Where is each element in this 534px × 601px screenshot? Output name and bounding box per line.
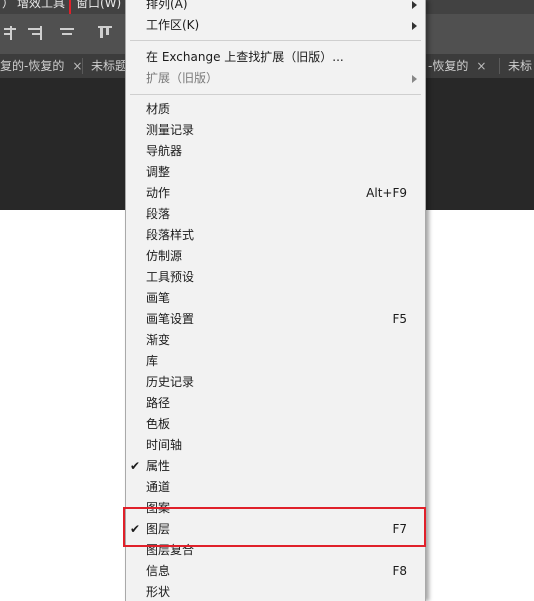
submenu-arrow-icon [412, 75, 417, 83]
menu-item-panel[interactable]: 画笔设置 F5 [126, 309, 425, 330]
menu-item-label: 属性 [146, 459, 171, 473]
menu-item-shortcut: F8 [392, 564, 407, 578]
menu-item-panel[interactable]: ✔ 属性 [126, 456, 425, 477]
submenu-arrow-icon [412, 1, 417, 9]
menu-item-label: 通道 [146, 480, 171, 494]
menu-item-workspace[interactable]: 工作区(K) [126, 15, 425, 36]
menu-item-label: 信息 [146, 564, 171, 578]
layers-item-highlight [123, 507, 426, 547]
menu-item-label: 库 [146, 354, 159, 368]
menu-item-panel[interactable]: 渐变 [126, 330, 425, 351]
menu-item-label: 路径 [146, 396, 171, 410]
menu-item-panel[interactable]: 测量记录 [126, 120, 425, 141]
menu-item-panel[interactable]: 调整 [126, 162, 425, 183]
menu-item-label: 工具预设 [146, 270, 195, 284]
tab-divider [82, 58, 83, 74]
menu-item-label: 动作 [146, 186, 171, 200]
menu-separator [130, 40, 421, 41]
document-tab[interactable]: 未标题 [91, 54, 127, 78]
menu-item-panel[interactable]: 工具预设 [126, 267, 425, 288]
menu-item-label: 在 Exchange 上查找扩展（旧版）... [146, 50, 344, 64]
document-tab[interactable]: -恢复的 × [428, 54, 486, 78]
align-left-icon[interactable] [4, 26, 20, 40]
tab-label: -恢复的 [428, 59, 469, 73]
align-right-icon[interactable] [28, 26, 44, 40]
menu-item-panel[interactable]: 段落样式 [126, 225, 425, 246]
menu-item-label: 段落 [146, 207, 171, 221]
menu-item-label: 段落样式 [146, 228, 195, 242]
menu-item-find-extensions[interactable]: 在 Exchange 上查找扩展（旧版）... [126, 47, 425, 68]
menu-item-label: 仿制源 [146, 249, 183, 263]
checkmark-icon: ✔ [130, 459, 141, 473]
submenu-arrow-icon [412, 22, 417, 30]
menu-item-label: 历史记录 [146, 375, 195, 389]
menu-item-label: 画笔 [146, 291, 171, 305]
close-icon[interactable]: × [72, 59, 82, 73]
menu-item-panel[interactable]: 色板 [126, 414, 425, 435]
menu-item-label: 导航器 [146, 144, 183, 158]
menu-item-label: 色板 [146, 417, 171, 431]
menu-item-panel[interactable]: 仿制源 [126, 246, 425, 267]
menu-item-arrange[interactable]: 排列(A) [126, 0, 425, 15]
menu-item-panel[interactable]: 段落 [126, 204, 425, 225]
tab-label: 未标 [508, 59, 533, 73]
menu-item-extensions: 扩展（旧版） [126, 68, 425, 89]
menu-item-panel[interactable]: 库 [126, 351, 425, 372]
menu-item-label: 扩展（旧版） [146, 71, 219, 85]
menu-item-panel[interactable]: 历史记录 [126, 372, 425, 393]
menu-item-panel[interactable]: 材质 [126, 99, 425, 120]
menu-item-panel[interactable]: 画笔 [126, 288, 425, 309]
menu-item-label: 形状 [146, 585, 171, 599]
menu-item-label: 时间轴 [146, 438, 183, 452]
menu-item-plugins[interactable]: 增效工具 [17, 0, 65, 11]
tab-divider [499, 58, 500, 74]
menu-item-label: 测量记录 [146, 123, 195, 137]
menu-item-label: 材质 [146, 102, 171, 116]
menu-item-panel[interactable]: 信息 F8 [126, 561, 425, 582]
align-top-icon[interactable] [98, 26, 114, 40]
tab-label: 未标题 [91, 59, 128, 73]
menu-item-shortcut: F5 [392, 312, 407, 326]
menu-item-panel[interactable]: 动作 Alt+F9 [126, 183, 425, 204]
menu-item-panel[interactable]: 通道 [126, 477, 425, 498]
menu-item-label: 调整 [146, 165, 171, 179]
menu-separator [130, 94, 421, 95]
document-tab[interactable]: 未标 [508, 54, 532, 78]
document-tab[interactable]: 复的-恢复的 × [0, 54, 82, 78]
menu-item-label: 工作区(K) [146, 18, 200, 32]
menu-item-panel[interactable]: 时间轴 [126, 435, 425, 456]
menu-item-panel[interactable]: 路径 [126, 393, 425, 414]
menu-item-label: 画笔设置 [146, 312, 195, 326]
menu-item-partial[interactable]: ） [2, 0, 14, 11]
align-center-icon[interactable] [60, 26, 76, 40]
menu-item-shortcut: Alt+F9 [366, 186, 407, 200]
tab-label: 复的-恢复的 [0, 59, 65, 73]
menu-item-label: 渐变 [146, 333, 171, 347]
menu-item-panel[interactable]: 导航器 [126, 141, 425, 162]
close-icon[interactable]: × [476, 59, 486, 73]
menu-item-panel[interactable]: 形状 [126, 582, 425, 601]
menu-item-label: 排列(A) [146, 0, 188, 11]
